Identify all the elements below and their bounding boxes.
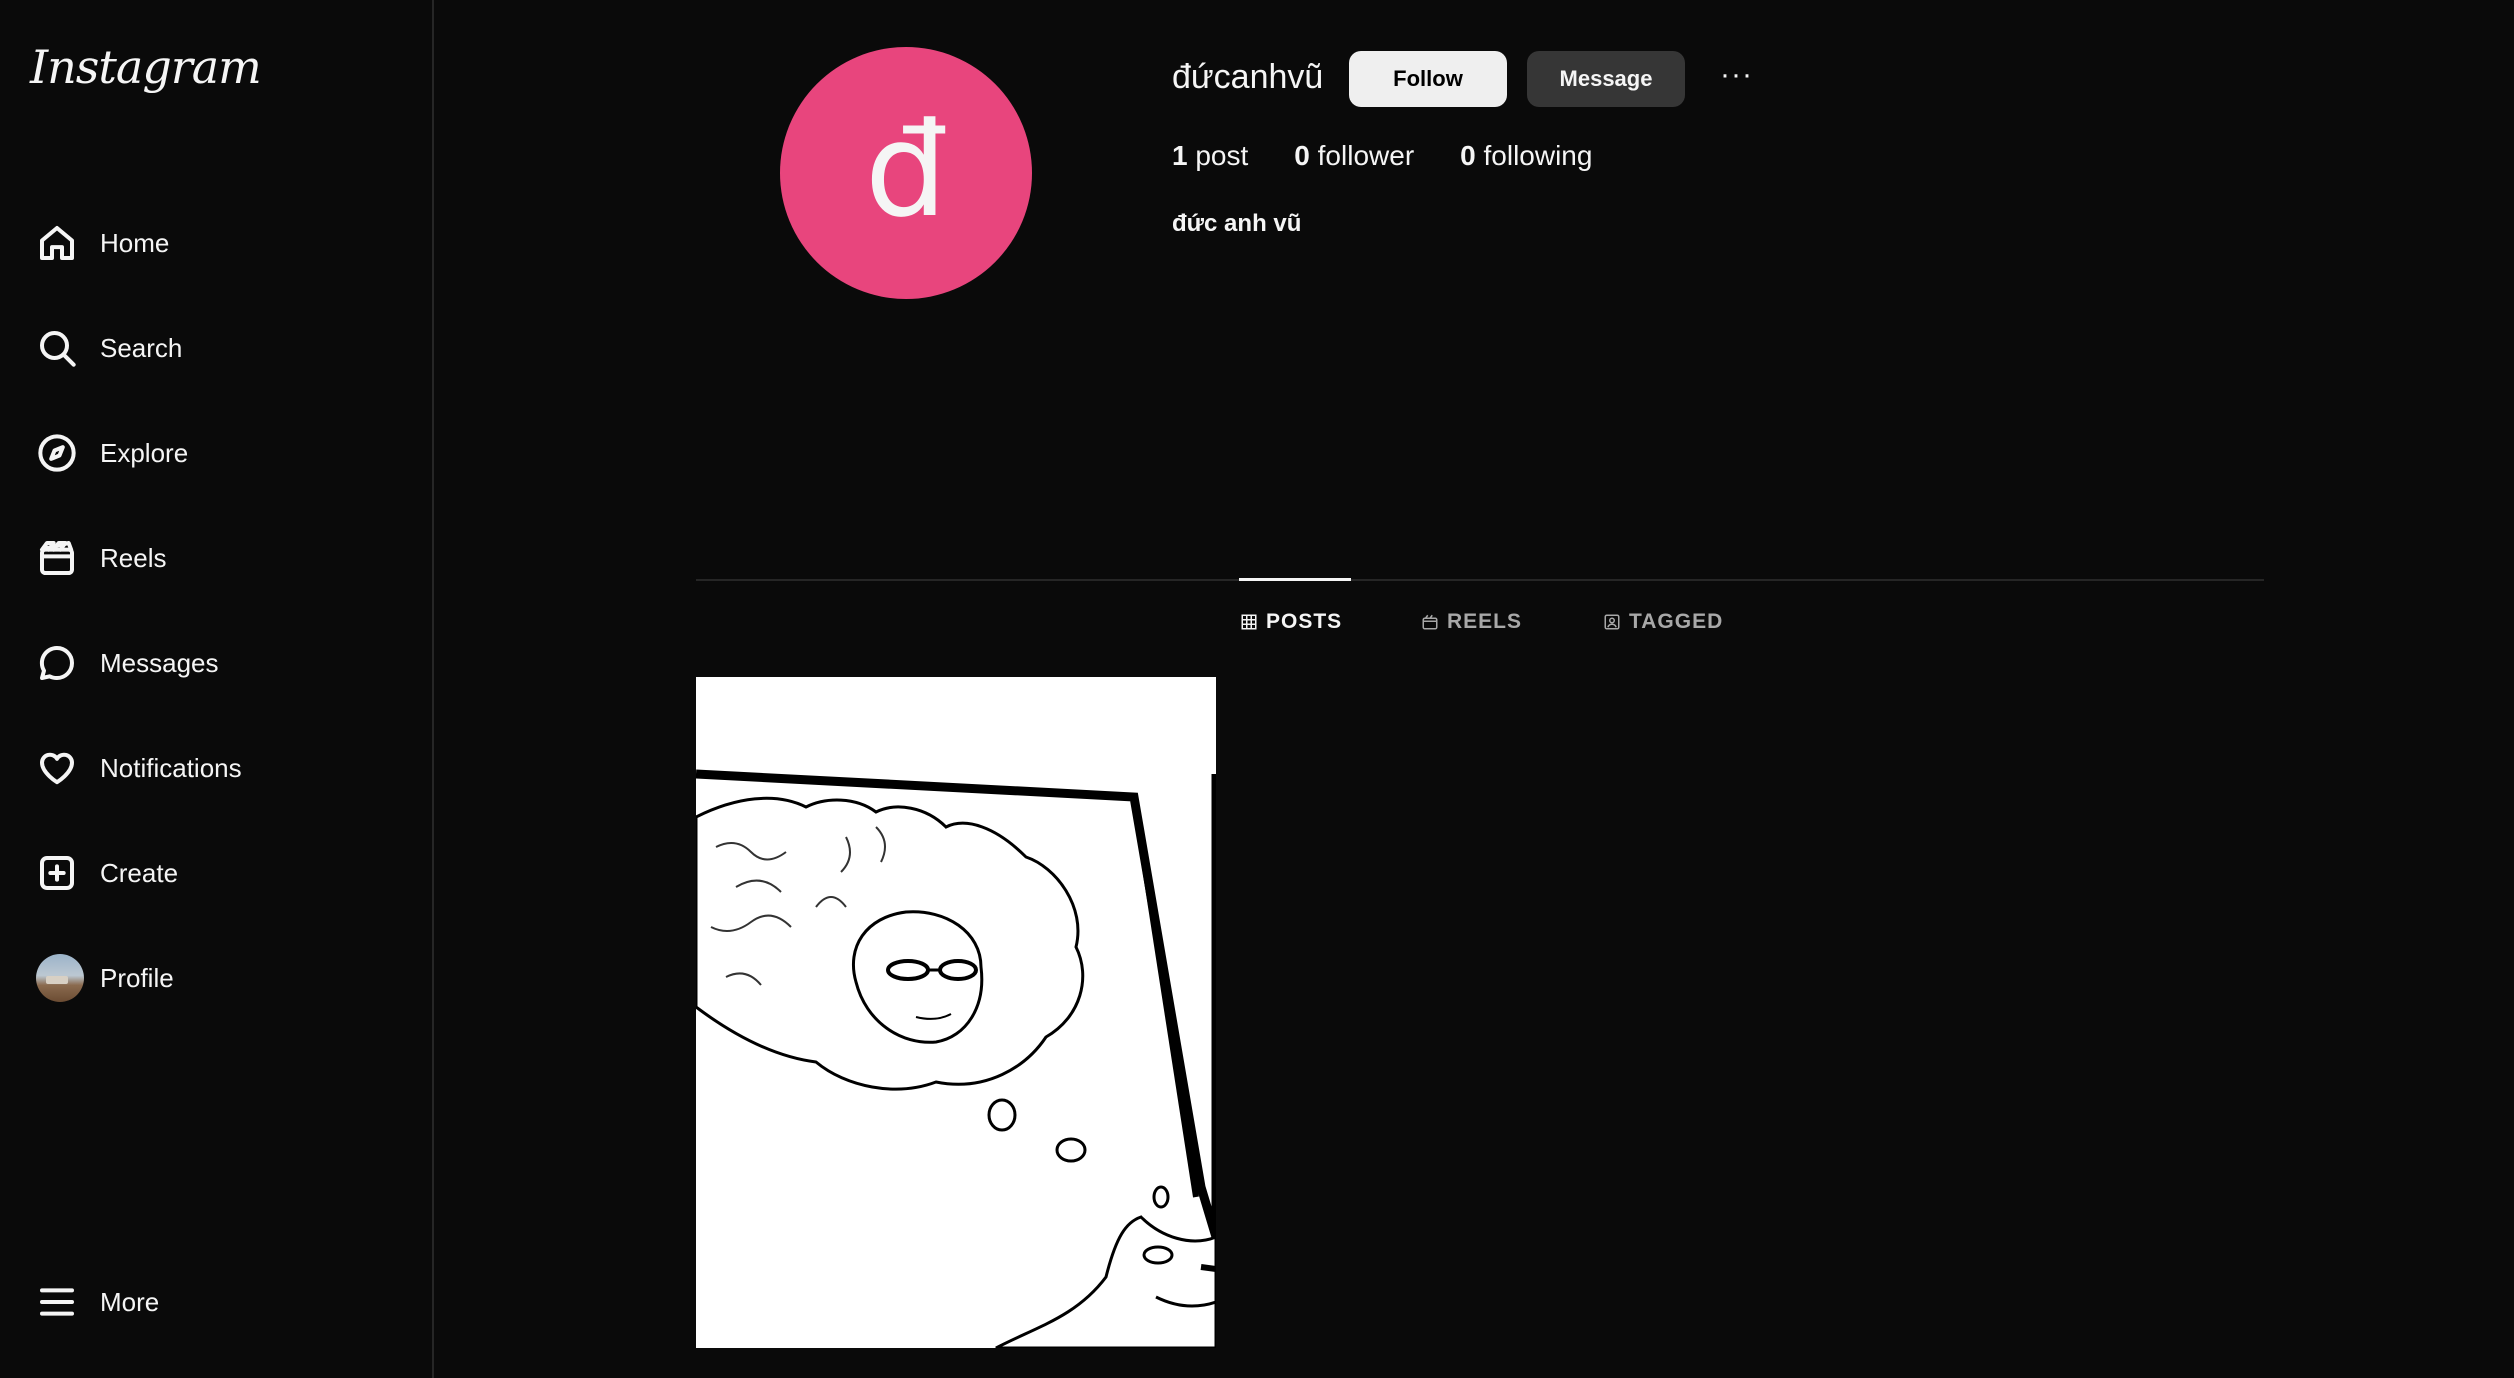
profile-stats: 1 post 0 follower 0 following: [1172, 140, 1638, 172]
following-count: 0: [1460, 140, 1476, 171]
sidebar-item-label: Reels: [100, 542, 167, 573]
tab-reels[interactable]: REELS: [1421, 610, 1522, 634]
reels-icon: [36, 537, 78, 579]
tab-posts[interactable]: POSTS: [1240, 610, 1342, 634]
instagram-logo[interactable]: Instagram: [30, 40, 262, 94]
followers-stat[interactable]: 0 follower: [1294, 140, 1414, 172]
profile-avatar: [36, 954, 84, 1002]
active-tab-indicator: [1239, 578, 1351, 581]
sidebar-item-label: Create: [100, 857, 179, 888]
reels-icon: [1422, 614, 1438, 630]
message-button[interactable]: Message: [1527, 51, 1685, 107]
profile-full-name: đức anh vũ: [1172, 210, 1302, 237]
search-icon: [36, 327, 78, 369]
heart-icon: [36, 747, 78, 789]
sidebar-item-label: Profile: [100, 962, 174, 993]
plus-square-icon: [36, 852, 78, 894]
profile-username: đứcanhvũ: [1172, 58, 1324, 96]
profile-avatar-large[interactable]: đ: [780, 47, 1032, 299]
tab-label: TAGGED: [1629, 610, 1724, 633]
followers-count: 0: [1294, 140, 1310, 171]
sidebar-item-label: Home: [100, 227, 170, 258]
tag-user-icon: [1604, 614, 1620, 630]
posts-count-stat: 1 post: [1172, 140, 1248, 172]
sidebar: Instagram Home Search Explore Reels Mess…: [0, 0, 434, 1378]
posts-label: post: [1195, 140, 1249, 171]
sidebar-item-label: More: [100, 1286, 160, 1317]
tab-label: POSTS: [1266, 610, 1343, 633]
posts-count: 1: [1172, 140, 1188, 171]
sidebar-item-create[interactable]: Create: [36, 837, 406, 909]
post-image: [696, 677, 1216, 1348]
menu-icon: [36, 1281, 78, 1323]
sidebar-item-home[interactable]: Home: [36, 207, 406, 279]
home-icon: [36, 222, 78, 264]
sidebar-item-label: Notifications: [100, 752, 242, 783]
followers-label: follower: [1317, 140, 1415, 171]
sidebar-item-more[interactable]: More: [36, 1266, 406, 1338]
post-thumbnail[interactable]: [696, 677, 1216, 1348]
sidebar-item-reels[interactable]: Reels: [36, 522, 406, 594]
tabs-divider: [696, 579, 2264, 581]
sidebar-item-label: Search: [100, 332, 183, 363]
sidebar-item-label: Explore: [100, 437, 189, 468]
avatar-letter: đ: [864, 94, 948, 246]
sidebar-item-notifications[interactable]: Notifications: [36, 732, 406, 804]
tab-label: REELS: [1447, 610, 1523, 633]
following-label: following: [1483, 140, 1593, 171]
grid-icon: [1241, 614, 1257, 630]
more-options-icon[interactable]: ···: [1720, 58, 1753, 92]
tab-tagged[interactable]: TAGGED: [1603, 610, 1723, 634]
sidebar-item-messages[interactable]: Messages: [36, 627, 406, 699]
following-stat[interactable]: 0 following: [1460, 140, 1592, 172]
sidebar-item-search[interactable]: Search: [36, 312, 406, 384]
compass-icon: [36, 432, 78, 474]
sidebar-item-profile[interactable]: Profile: [36, 942, 406, 1014]
follow-button[interactable]: Follow: [1349, 51, 1507, 107]
message-bubble-icon: [36, 642, 78, 684]
sidebar-item-explore[interactable]: Explore: [36, 417, 406, 489]
sidebar-item-label: Messages: [100, 647, 219, 678]
